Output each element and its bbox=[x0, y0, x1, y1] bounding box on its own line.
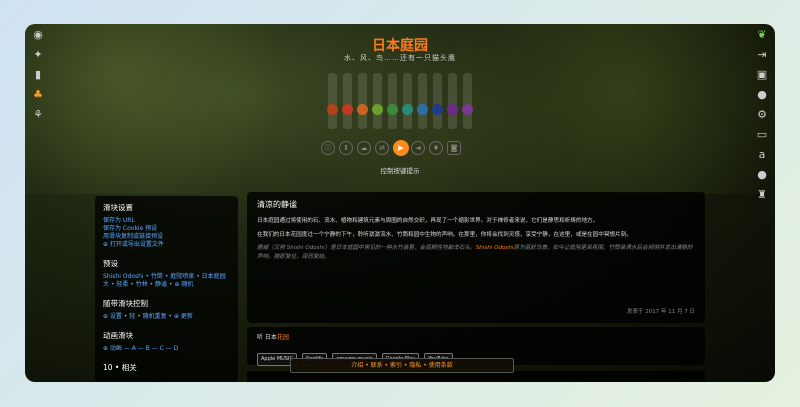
help-icon[interactable]: ⚙ bbox=[755, 108, 769, 122]
description-paragraph-1: 日本庭园通过将使用的石、流水、植物和建筑元素与周围的自然交织，再现了一个缩影世界… bbox=[257, 218, 599, 224]
slider-knob[interactable] bbox=[357, 104, 368, 115]
volume-slider-2[interactable] bbox=[342, 73, 353, 129]
shishi-odoshi-link[interactable]: Shishi Odoshi bbox=[476, 245, 514, 251]
shuffle-button[interactable]: ⇄ bbox=[375, 141, 389, 155]
page-title: 日本庭园 bbox=[372, 38, 428, 54]
description-title: 清凉的静谧 bbox=[257, 200, 297, 209]
animate-links[interactable]: ⊕ 动画 — A — B — C — D bbox=[103, 345, 230, 353]
volume-slider-3[interactable] bbox=[357, 73, 368, 129]
listen-label: 听 日本花园 bbox=[257, 334, 289, 341]
copy-link-preset[interactable]: 用滑块复制或链接预设 bbox=[103, 233, 230, 241]
volume-slider-10[interactable] bbox=[462, 73, 473, 129]
slider-knob[interactable] bbox=[447, 104, 458, 115]
slider-knob[interactable] bbox=[432, 104, 443, 115]
sound-mixer bbox=[327, 73, 476, 133]
cloud-button[interactable]: ☁ bbox=[357, 141, 371, 155]
volume-slider-4[interactable] bbox=[372, 73, 383, 129]
drop-button[interactable]: ♦ bbox=[429, 141, 443, 155]
pause-button[interactable]: Ⅱ bbox=[339, 141, 353, 155]
tv-icon[interactable]: ▭ bbox=[755, 128, 769, 142]
presets-heading: 预设 bbox=[103, 259, 118, 268]
slider-control-heading: 随带滑块控制 bbox=[103, 299, 148, 308]
export-settings-link[interactable]: ⊕ 打开或导出设置文件 bbox=[103, 241, 230, 249]
android-icon[interactable]: ♜ bbox=[755, 188, 769, 202]
slider-knob[interactable] bbox=[402, 104, 413, 115]
camera-button[interactable]: ◙ bbox=[447, 141, 461, 155]
slider-knob[interactable] bbox=[417, 104, 428, 115]
leaf-icon[interactable]: ⚘ bbox=[31, 108, 45, 122]
play-button[interactable]: ▶ bbox=[393, 140, 409, 156]
publish-date: 发表于 2017 年 11 月 7 日 bbox=[627, 309, 695, 315]
animate-heading: 动画滑块 bbox=[103, 331, 133, 340]
slider-knob[interactable] bbox=[372, 104, 383, 115]
slider-knob[interactable] bbox=[462, 104, 473, 115]
volume-slider-1[interactable] bbox=[327, 73, 338, 129]
volume-slider-6[interactable] bbox=[402, 73, 413, 129]
volume-slider-5[interactable] bbox=[387, 73, 398, 129]
info-button[interactable]: ⓘ bbox=[321, 141, 335, 155]
amazon-icon[interactable]: a bbox=[755, 148, 769, 162]
settings-sidebar: 滑块设置 保存为 URL 保存为 Cookie 预设 用滑块复制或链接预设 ⊕ … bbox=[95, 196, 238, 382]
slider-control-links[interactable]: ⊕ 设置 • 轻 • 随机重复 • ⊕ 更新 bbox=[103, 313, 230, 321]
controls-hint[interactable]: 控制按键提示 bbox=[25, 165, 775, 175]
related-heading: 10 • 相关 bbox=[103, 363, 137, 372]
slider-knob[interactable] bbox=[387, 104, 398, 115]
cat-icon[interactable]: ♣ bbox=[31, 88, 45, 102]
save-cookie-link[interactable]: 保存为 Cookie 预设 bbox=[103, 225, 230, 233]
footer-links[interactable]: 介绍 • 联系 • 索引 • 隐私 • 使用条款 bbox=[290, 358, 514, 373]
volume-slider-8[interactable] bbox=[432, 73, 443, 129]
save-url-link[interactable]: 保存为 URL bbox=[103, 217, 230, 225]
slider-settings-heading: 滑块设置 bbox=[103, 203, 133, 212]
slider-knob[interactable] bbox=[342, 104, 353, 115]
library-icon[interactable]: ▮ bbox=[31, 68, 45, 82]
piggy-bank-icon[interactable]: ● bbox=[755, 88, 769, 102]
slider-knob[interactable] bbox=[327, 104, 338, 115]
description-card: 清凉的静谧 日本庭园通过将使用的石、流水、植物和建筑元素与周围的自然交织，再现了… bbox=[247, 192, 705, 323]
volume-slider-7[interactable] bbox=[417, 73, 428, 129]
description-paragraph-2: 在我们的日本花园度过一个宁静的下午，聆听潺潺流水、竹筒和园中生物的声响。在那里，… bbox=[257, 231, 632, 238]
description-paragraph-3: 鹿威（又称 Shishi Odoshi）是日本庭园中常见的一种水竹装置，会周期性… bbox=[257, 245, 693, 260]
volume-slider-9[interactable] bbox=[447, 73, 458, 129]
volume-button[interactable]: ◄ bbox=[411, 141, 425, 155]
playback-controls: ⓘ Ⅱ ☁ ⇄ ▶ ◄ ♦ ◙ bbox=[321, 140, 481, 157]
page-subtitle: 水、风、鸟……还有一只猫头鹰 bbox=[344, 54, 456, 62]
app-window: ◉ ✦ ▮ ♣ ⚘ ❦ ⇥ ▣ ● ⚙ ▭ a ● ♜ 日本庭园 水、风、鸟……还有一只猫头鹰 ⓘ Ⅱ ☁ ⇄… bbox=[25, 24, 775, 382]
preset-list-b[interactable]: 大 • 轻柔 • 竹林 • 静谧 • ⊕ 随机 bbox=[103, 281, 230, 289]
gift-icon[interactable]: ▣ bbox=[755, 68, 769, 82]
preset-list-a[interactable]: Shishi Odoshi • 竹筒 • 庭院喷泉 • 日本庭园 bbox=[103, 273, 230, 281]
